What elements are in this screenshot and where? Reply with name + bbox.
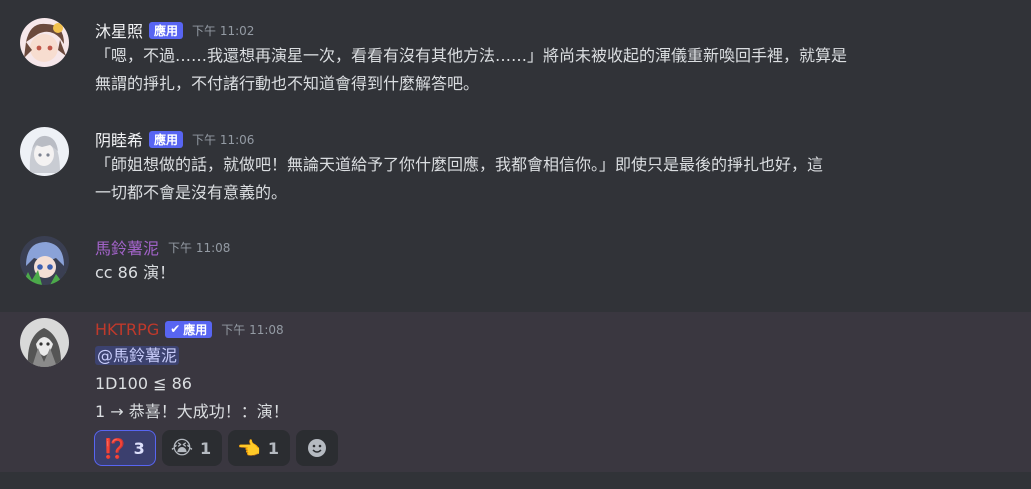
author-name[interactable]: HKTRPG bbox=[95, 320, 159, 339]
exclamation-question-icon: ⁉️ bbox=[103, 437, 127, 460]
message-line: 一切都不會是沒有意義的。 bbox=[95, 183, 288, 202]
reaction-count: 1 bbox=[200, 438, 212, 458]
reaction-button[interactable]: ⁉️ 3 bbox=[94, 430, 156, 466]
add-reaction-button[interactable] bbox=[295, 430, 338, 466]
user-mention[interactable]: @馬鈴薯泥 bbox=[95, 346, 180, 365]
message-1: 沐星照 應用 下午 11:02 「嗯，不過……我還想再演星一次，看看有沒有其他方… bbox=[0, 0, 1031, 110]
message-header: 阴睦希 應用 下午 11:06 bbox=[95, 128, 254, 150]
avatar[interactable] bbox=[20, 127, 69, 176]
reaction-button[interactable]: 👈 1 bbox=[228, 430, 290, 466]
reaction-bar: ⁉️ 3 😭 1 👈 1 bbox=[94, 430, 338, 466]
pointing-hand-icon: 👈 bbox=[237, 437, 261, 460]
message-line: 「師姐想做的話，就做吧！無論天道給予了你什麼回應，我都會相信你。」即使只是最後的… bbox=[95, 155, 824, 174]
message-line: 1 → 恭喜！大成功！：演！ bbox=[95, 402, 289, 421]
timestamp: 下午 11:08 bbox=[221, 322, 284, 337]
message-header: 馬鈴薯泥 下午 11:08 bbox=[95, 236, 230, 258]
verified-app-badge: ✔ 應用 bbox=[165, 320, 213, 338]
badge-label: 應用 bbox=[183, 322, 208, 337]
message-3: 馬鈴薯泥 下午 11:08 cc 86 演！ bbox=[0, 220, 1031, 312]
message-line: 1D100 ≦ 86 bbox=[95, 374, 192, 393]
message-content: @馬鈴薯泥 1D100 ≦ 86 1 → 恭喜！大成功！：演！ bbox=[95, 342, 1020, 426]
author-name[interactable]: 阴睦希 bbox=[95, 127, 143, 151]
message-2: 阴睦希 應用 下午 11:06 「師姐想做的話，就做吧！無論天道給予了你什麼回應… bbox=[0, 110, 1031, 220]
badge-label: 應用 bbox=[154, 132, 179, 147]
message-line: cc 86 演！ bbox=[95, 263, 176, 282]
message-line: 無謂的掙扎，不付諸行動也不知道會得到什麼解答吧。 bbox=[95, 74, 480, 93]
smiley-add-icon bbox=[307, 439, 326, 457]
timestamp: 下午 11:06 bbox=[192, 132, 255, 147]
avatar[interactable] bbox=[20, 318, 69, 367]
reaction-count: 1 bbox=[267, 438, 279, 458]
app-badge: 應用 bbox=[149, 21, 184, 39]
checkmark-icon: ✔ bbox=[170, 322, 181, 336]
message-4: HKTRPG ✔ 應用 下午 11:08 @馬鈴薯泥 1D100 ≦ 86 1 … bbox=[0, 312, 1031, 472]
author-name[interactable]: 沐星照 bbox=[95, 18, 143, 42]
message-content: cc 86 演！ bbox=[95, 259, 1020, 287]
app-badge: 應用 bbox=[149, 130, 184, 148]
author-name[interactable]: 馬鈴薯泥 bbox=[95, 235, 159, 259]
badge-label: 應用 bbox=[154, 23, 179, 38]
message-header: HKTRPG ✔ 應用 下午 11:08 bbox=[95, 318, 284, 340]
message-header: 沐星照 應用 下午 11:02 bbox=[95, 19, 254, 41]
timestamp: 下午 11:08 bbox=[168, 240, 231, 255]
avatar[interactable] bbox=[20, 18, 69, 67]
timestamp: 下午 11:02 bbox=[192, 23, 255, 38]
avatar[interactable] bbox=[20, 236, 69, 285]
message-line: 「嗯，不過……我還想再演星一次，看看有沒有其他方法……」將尚未被收起的渾儀重新喚… bbox=[95, 46, 848, 65]
reaction-button[interactable]: 😭 1 bbox=[161, 430, 223, 466]
message-content: 「嗯，不過……我還想再演星一次，看看有沒有其他方法……」將尚未被收起的渾儀重新喚… bbox=[95, 42, 1020, 98]
crying-face-icon: 😭 bbox=[170, 437, 194, 459]
reaction-count: 3 bbox=[133, 438, 145, 458]
message-content: 「師姐想做的話，就做吧！無論天道給予了你什麼回應，我都會相信你。」即使只是最後的… bbox=[95, 151, 1020, 207]
